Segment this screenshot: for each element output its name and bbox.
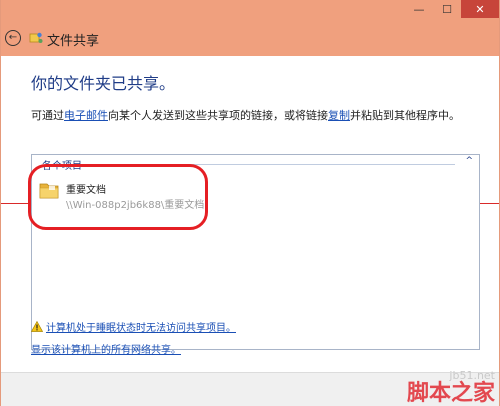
back-arrow-icon[interactable]: ←: [5, 30, 21, 46]
description-part3: 并粘贴到其他程序中。: [350, 109, 460, 122]
minimize-button[interactable]: —: [405, 0, 433, 18]
file-sharing-window: — ☐ ✕ ← 文件共享 你的文件夹已共享。 可通过电子邮件向某个人发送到这些共…: [0, 0, 500, 406]
watermark: jb51.net 脚本之家: [407, 369, 495, 404]
close-button[interactable]: ✕: [461, 0, 499, 18]
window-title: 文件共享: [47, 34, 100, 49]
sleep-warning-link[interactable]: 计算机处于睡眠状态时无法访问共享项目。: [46, 323, 236, 334]
show-network-shares-link[interactable]: 显示该计算机上的所有网络共享。: [31, 341, 181, 356]
description-text: 可通过电子邮件向某个人发送到这些共享项的链接，或将链接复制并粘贴到其他程序中。: [31, 107, 460, 123]
page-heading: 你的文件夹已共享。: [31, 74, 176, 93]
description-part1: 可通过: [31, 109, 64, 122]
sharing-wizard-icon: [29, 32, 43, 43]
title-bar: — ☐ ✕ ← 文件共享: [1, 0, 499, 56]
maximize-button[interactable]: ☐: [433, 0, 461, 18]
window-controls: — ☐ ✕: [405, 0, 499, 18]
highlight-annotation-ring: [28, 164, 208, 230]
description-part2: 向某个人发送到这些共享项的链接，或将链接: [108, 109, 328, 122]
collapse-chevron-icon[interactable]: ^: [465, 156, 473, 166]
email-link[interactable]: 电子邮件: [64, 109, 108, 122]
sleep-warning: 计算机处于睡眠状态时无法访问共享项目。: [31, 319, 236, 334]
warning-icon: [31, 321, 43, 332]
copy-link[interactable]: 复制: [328, 109, 350, 122]
watermark-brand: 脚本之家: [406, 380, 495, 406]
